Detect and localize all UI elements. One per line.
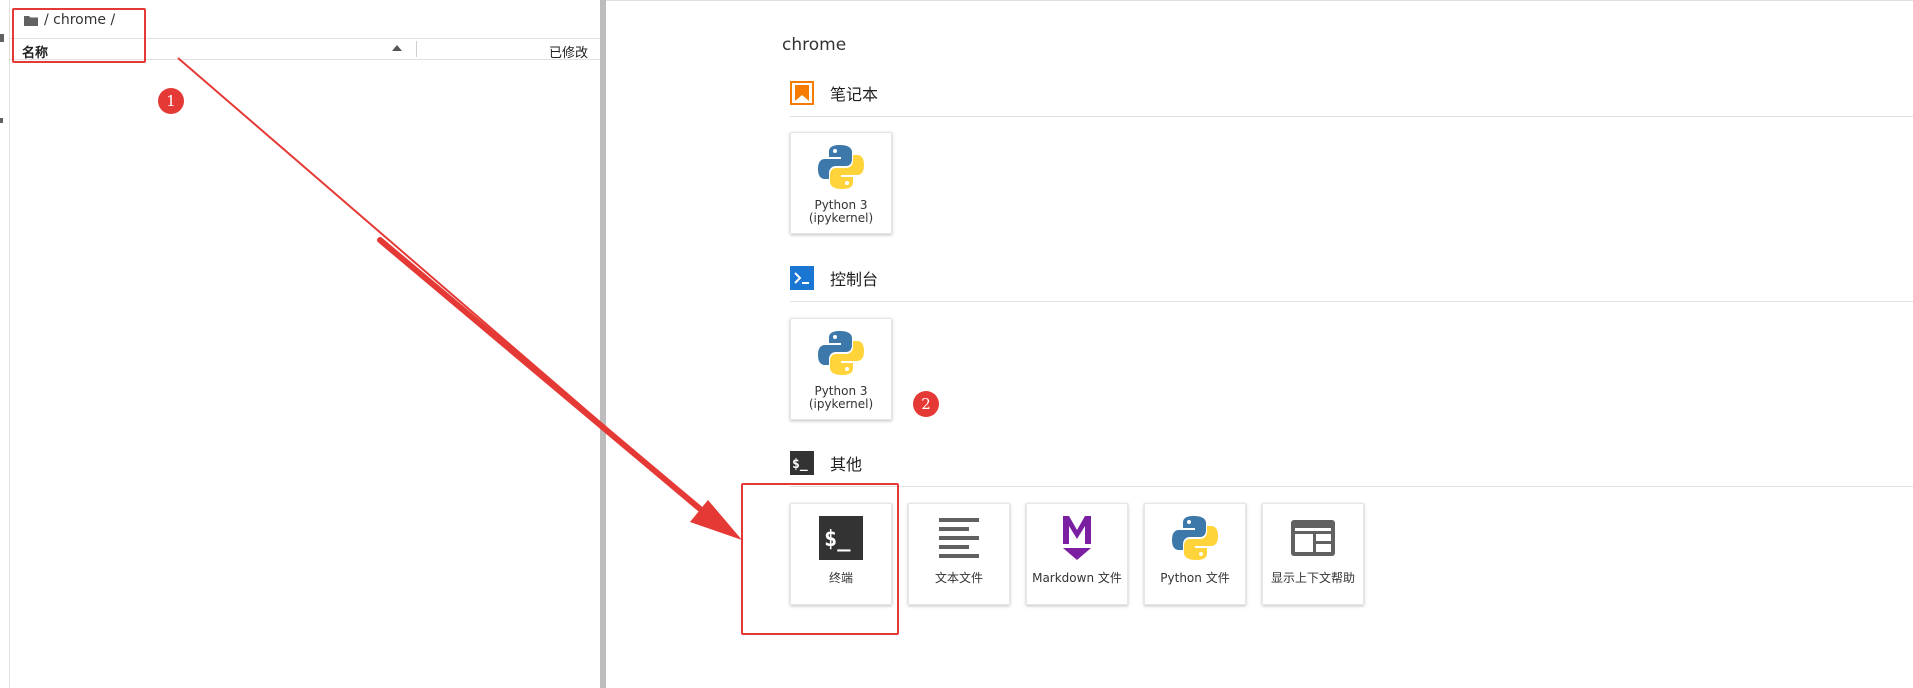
annotation-arrow — [177, 57, 742, 540]
jupyterlab-window: / chrome / 名称 已修改 chrome 笔记本 Python 3 (i… — [0, 0, 1913, 688]
